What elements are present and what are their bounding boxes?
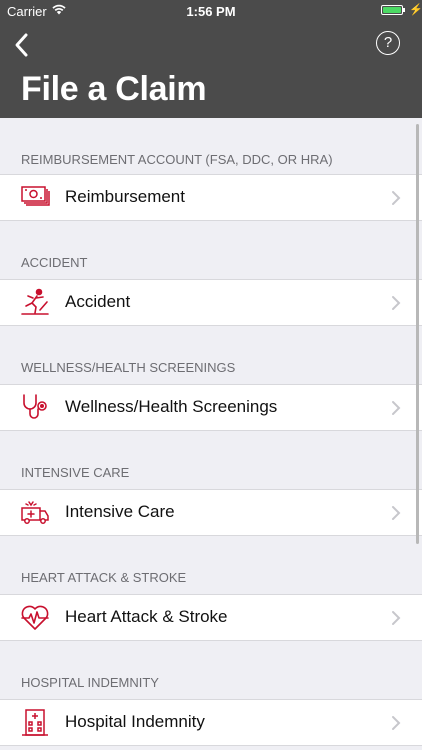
chevron-right-icon [392,506,401,520]
section-header-intensive-care: INTENSIVE CARE [21,465,130,480]
list-item-heart-attack[interactable]: Heart Attack & Stroke [0,594,422,641]
section-header-reimbursement: REIMBURSEMENT ACCOUNT (FSA, DDC, OR HRA) [21,152,333,167]
list-item-intensive-care[interactable]: Intensive Care [0,489,422,536]
list-item-wellness[interactable]: Wellness/Health Screenings [0,384,422,431]
status-time: 1:56 PM [186,4,236,19]
list-item-reimbursement[interactable]: Reimbursement [0,174,422,221]
list-item-hospital-indemnity[interactable]: Hospital Indemnity [0,699,422,746]
list-item-label: Wellness/Health Screenings [65,397,278,416]
chevron-right-icon [392,611,401,625]
money-icon [21,186,50,206]
claim-type-list: REIMBURSEMENT ACCOUNT (FSA, DDC, OR HRA)… [0,118,422,746]
charging-bolt-icon: ⚡ [409,4,422,16]
list-item-label: Intensive Care [65,502,175,521]
scrollbar[interactable] [416,124,419,544]
list-item-label: Heart Attack & Stroke [65,607,228,626]
section-header-hospital-indemnity: HOSPITAL INDEMNITY [21,675,159,690]
section-header-accident: ACCIDENT [21,255,88,270]
list-item-label: Hospital Indemnity [65,712,205,731]
page-title: File a Claim [21,70,207,108]
battery-tip [403,8,405,12]
section-header-wellness: WELLNESS/HEALTH SCREENINGS [21,360,236,375]
ambulance-icon [21,501,49,524]
list-item-accident[interactable]: Accident [0,279,422,326]
battery-level [383,7,401,13]
chevron-right-icon [392,716,401,730]
status-bar: Carrier 1:56 PM ⚡ [0,0,422,22]
stethoscope-icon [23,394,47,419]
list-item-label: Accident [65,292,131,311]
nav-header: Carrier 1:56 PM ⚡ ? File a Claim [0,0,422,118]
falling-person-icon [21,288,49,315]
hospital-icon [22,709,48,736]
help-button[interactable]: ? [376,31,400,55]
heart-pulse-icon [21,605,49,630]
chevron-right-icon [392,401,401,415]
back-button[interactable] [10,30,36,60]
chevron-right-icon [392,296,401,310]
list-item-label: Reimbursement [65,187,185,206]
section-header-heart-attack: HEART ATTACK & STROKE [21,570,187,585]
chevron-right-icon [392,191,401,205]
battery-icon [381,5,403,15]
